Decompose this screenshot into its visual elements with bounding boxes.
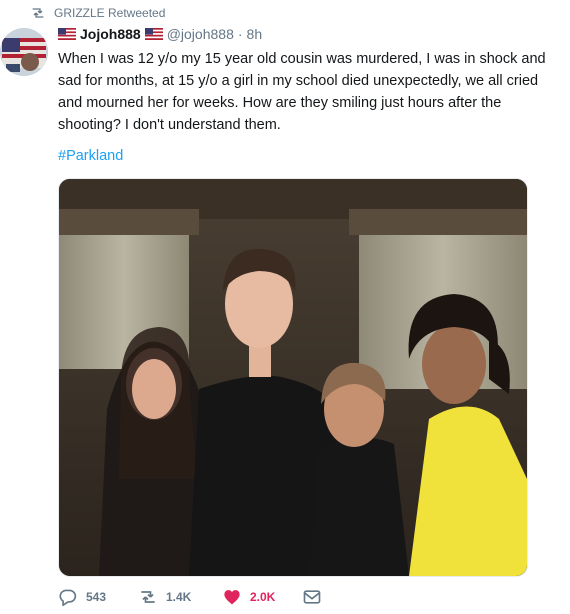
reply-count: 543	[86, 590, 107, 604]
tweet-photo[interactable]	[58, 178, 528, 577]
retweet-button[interactable]: 1.4K	[138, 588, 222, 606]
reply-button[interactable]: 543	[58, 588, 138, 606]
retweet-icon	[32, 8, 44, 18]
hashtag-link[interactable]: #Parkland	[58, 148, 123, 164]
display-name[interactable]: Jojoh888	[80, 26, 141, 42]
like-count: 2.0K	[250, 590, 276, 604]
retweeter-label: GRIZZLE Retweeted	[54, 6, 166, 20]
separator-dot: ·	[237, 26, 243, 42]
tweet-text: When I was 12 y/o my 15 year old cousin …	[58, 51, 546, 133]
direct-message-button[interactable]	[302, 588, 342, 606]
like-button[interactable]: 2.0K	[222, 588, 302, 606]
heart-icon	[224, 590, 240, 605]
tweet-actions: 543 1.4K 2.0K	[58, 588, 342, 606]
us-flag-icon	[58, 28, 76, 40]
tweet-timestamp[interactable]: 8h	[247, 26, 263, 42]
retweet-icon	[141, 591, 155, 603]
avatar[interactable]	[0, 28, 48, 76]
retweet-count: 1.4K	[166, 590, 192, 604]
reply-icon	[59, 589, 77, 606]
envelope-icon	[303, 590, 321, 604]
tweet-header: Jojoh888 @jojoh888 · 8h	[58, 26, 262, 42]
user-handle[interactable]: @jojoh888	[167, 26, 234, 42]
retweet-context[interactable]: GRIZZLE Retweeted	[30, 6, 165, 20]
us-flag-icon	[144, 28, 163, 40]
